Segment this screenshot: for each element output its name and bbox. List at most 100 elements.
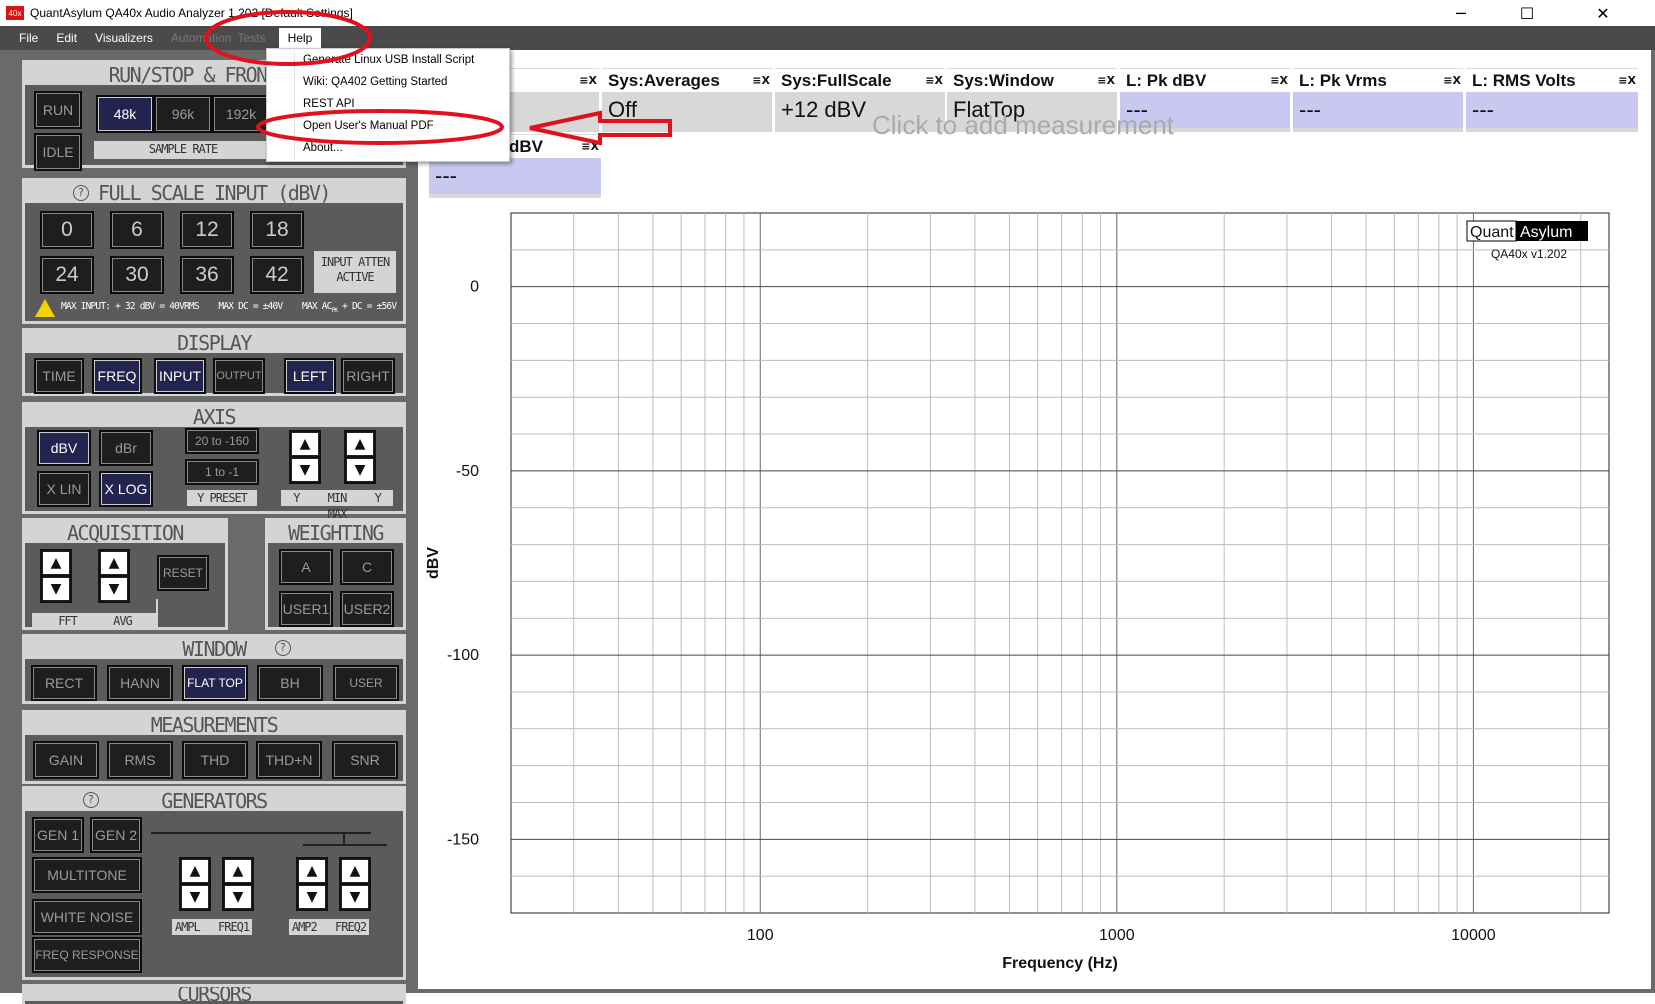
- fullscale-36-button[interactable]: 36: [180, 256, 234, 294]
- fullscale-6-button[interactable]: 6: [110, 211, 164, 249]
- tile-close-icon[interactable]: ≡X: [1618, 74, 1636, 87]
- acquisition-title: ACQUISITION: [25, 521, 225, 545]
- gen2-button[interactable]: GEN 2: [90, 817, 142, 853]
- axis-xlog-button[interactable]: X LOG: [99, 471, 153, 507]
- display-right-button[interactable]: RIGHT: [341, 358, 395, 394]
- window-user-button[interactable]: USER: [333, 665, 399, 701]
- warning-icon: [35, 299, 55, 317]
- freq1-down-icon[interactable]: ▼: [222, 883, 254, 911]
- rms-button[interactable]: RMS: [107, 741, 173, 779]
- tile-value: ---: [1466, 92, 1638, 128]
- thdn-button[interactable]: THD+N: [256, 741, 322, 779]
- y-tick-label: -150: [447, 831, 479, 848]
- weighting-user1-button[interactable]: USER1: [279, 591, 333, 627]
- ymin-up-icon[interactable]: ▲: [289, 430, 321, 458]
- menu-edit[interactable]: Edit: [47, 28, 86, 48]
- fullscale-12-button[interactable]: 12: [180, 211, 234, 249]
- display-input-button[interactable]: INPUT: [154, 358, 206, 394]
- window-flattop-button[interactable]: FLAT TOP: [182, 665, 248, 701]
- acquisition-reset-button[interactable]: RESET: [157, 555, 209, 591]
- menu-wiki-getting-started[interactable]: Wiki: QA402 Getting Started: [303, 76, 447, 88]
- idle-button[interactable]: IDLE: [34, 133, 82, 171]
- axis-dbr-button[interactable]: dBr: [99, 430, 153, 466]
- tile-close-icon[interactable]: ≡X: [1270, 74, 1288, 87]
- add-measurement-hint[interactable]: Click to add measurement: [872, 114, 1272, 136]
- menu-about[interactable]: About...: [303, 142, 343, 154]
- rate-48k-button[interactable]: 48k: [96, 95, 154, 133]
- menu-open-manual-pdf[interactable]: Open User's Manual PDF: [303, 120, 434, 132]
- display-title: DISPLAY: [25, 331, 403, 355]
- weighting-user2-button[interactable]: USER2: [340, 591, 394, 627]
- rate-192k-button[interactable]: 192k: [212, 95, 270, 133]
- avg-down-icon[interactable]: ▼: [98, 575, 130, 603]
- fullscale-24-button[interactable]: 24: [40, 256, 94, 294]
- fft-down-icon[interactable]: ▼: [40, 575, 72, 603]
- tile-close-icon[interactable]: ≡X: [925, 74, 943, 87]
- axis-dbv-button[interactable]: dBV: [37, 430, 91, 466]
- ampl1-up-icon[interactable]: ▲: [179, 857, 211, 885]
- rate-96k-button[interactable]: 96k: [154, 95, 212, 133]
- display-freq-button[interactable]: FREQ: [92, 358, 142, 394]
- gen1-button[interactable]: GEN 1: [32, 817, 84, 853]
- window-bh-button[interactable]: BH: [257, 665, 323, 701]
- freq2-down-icon[interactable]: ▼: [339, 883, 371, 911]
- menu-help[interactable]: Help: [278, 28, 322, 48]
- help-icon[interactable]: ?: [73, 185, 89, 201]
- close-button[interactable]: ✕: [1580, 0, 1626, 26]
- weighting-a-button[interactable]: A: [279, 549, 333, 585]
- tile-value: ---: [429, 158, 601, 194]
- title-bar: 40x QuantAsylum QA40x Audio Analyzer 1.2…: [0, 0, 1655, 26]
- minimize-button[interactable]: ─: [1438, 0, 1484, 26]
- snr-button[interactable]: SNR: [332, 741, 398, 779]
- measurement-tile[interactable]: L: Pk Vrms ≡X ---: [1293, 68, 1463, 132]
- fullscale-0-button[interactable]: 0: [40, 211, 94, 249]
- window-hann-button[interactable]: HANN: [107, 665, 173, 701]
- menu-generate-linux-script[interactable]: Generate Linux USB Install Script: [303, 54, 474, 66]
- menu-tests[interactable]: Tests: [229, 28, 275, 48]
- help-icon[interactable]: ?: [275, 640, 291, 656]
- help-icon[interactable]: ?: [83, 792, 99, 808]
- tile-close-icon[interactable]: ≡X: [1443, 74, 1461, 87]
- fullscale-30-button[interactable]: 30: [110, 256, 164, 294]
- menu-rest-api[interactable]: REST API: [303, 98, 355, 110]
- ampl1-down-icon[interactable]: ▼: [179, 883, 211, 911]
- weighting-c-button[interactable]: C: [340, 549, 394, 585]
- freq2-up-icon[interactable]: ▲: [339, 857, 371, 885]
- brand-asylum-text: Asylum: [1520, 224, 1572, 241]
- axis-xlin-button[interactable]: X LIN: [37, 471, 91, 507]
- fullscale-42-button[interactable]: 42: [250, 256, 304, 294]
- gain-button[interactable]: GAIN: [33, 741, 99, 779]
- tile-close-icon[interactable]: ≡X: [1097, 74, 1115, 87]
- menu-file[interactable]: File: [10, 28, 47, 48]
- tile-close-icon[interactable]: ≡X: [579, 74, 597, 87]
- freq1-up-icon[interactable]: ▲: [222, 857, 254, 885]
- spectrum-chart[interactable]: 100 1000 10000 0 -50 -100 -150 Frequency (Hz) dB…: [418, 200, 1655, 990]
- tile-close-icon[interactable]: ≡X: [581, 140, 599, 153]
- tile-header: L: RMS Volts: [1466, 68, 1638, 92]
- window-rect-button[interactable]: RECT: [31, 665, 97, 701]
- menu-visualizers[interactable]: Visualizers: [86, 28, 162, 48]
- thd-button[interactable]: THD: [182, 741, 248, 779]
- freq-response-button[interactable]: FREQ RESPONSE: [32, 937, 142, 973]
- run-button[interactable]: RUN: [34, 91, 82, 129]
- fft-up-icon[interactable]: ▲: [40, 549, 72, 577]
- measurement-tile[interactable]: Sys:Averages ≡X Off: [602, 68, 772, 132]
- ymax-up-icon[interactable]: ▲: [344, 430, 376, 458]
- display-output-button[interactable]: OUTPUT: [213, 358, 265, 394]
- ymax-down-icon[interactable]: ▼: [344, 456, 376, 484]
- avg-up-icon[interactable]: ▲: [98, 549, 130, 577]
- amp2-up-icon[interactable]: ▲: [296, 857, 328, 885]
- display-time-button[interactable]: TIME: [34, 358, 84, 394]
- multitone-button[interactable]: MULTITONE: [32, 857, 142, 893]
- white-noise-button[interactable]: WHITE NOISE: [32, 899, 142, 935]
- amp2-down-icon[interactable]: ▼: [296, 883, 328, 911]
- maximize-button[interactable]: ☐: [1504, 0, 1550, 26]
- ypreset-1-1-button[interactable]: 1 to -1: [185, 459, 259, 485]
- fullscale-18-button[interactable]: 18: [250, 211, 304, 249]
- window-title-label: WINDOW: [25, 637, 403, 661]
- measurement-tile[interactable]: L: RMS Volts ≡X ---: [1466, 68, 1638, 132]
- display-left-button[interactable]: LEFT: [284, 358, 336, 394]
- ypreset-20-160-button[interactable]: 20 to -160: [185, 428, 259, 454]
- tile-close-icon[interactable]: ≡X: [752, 74, 770, 87]
- ymin-down-icon[interactable]: ▼: [289, 456, 321, 484]
